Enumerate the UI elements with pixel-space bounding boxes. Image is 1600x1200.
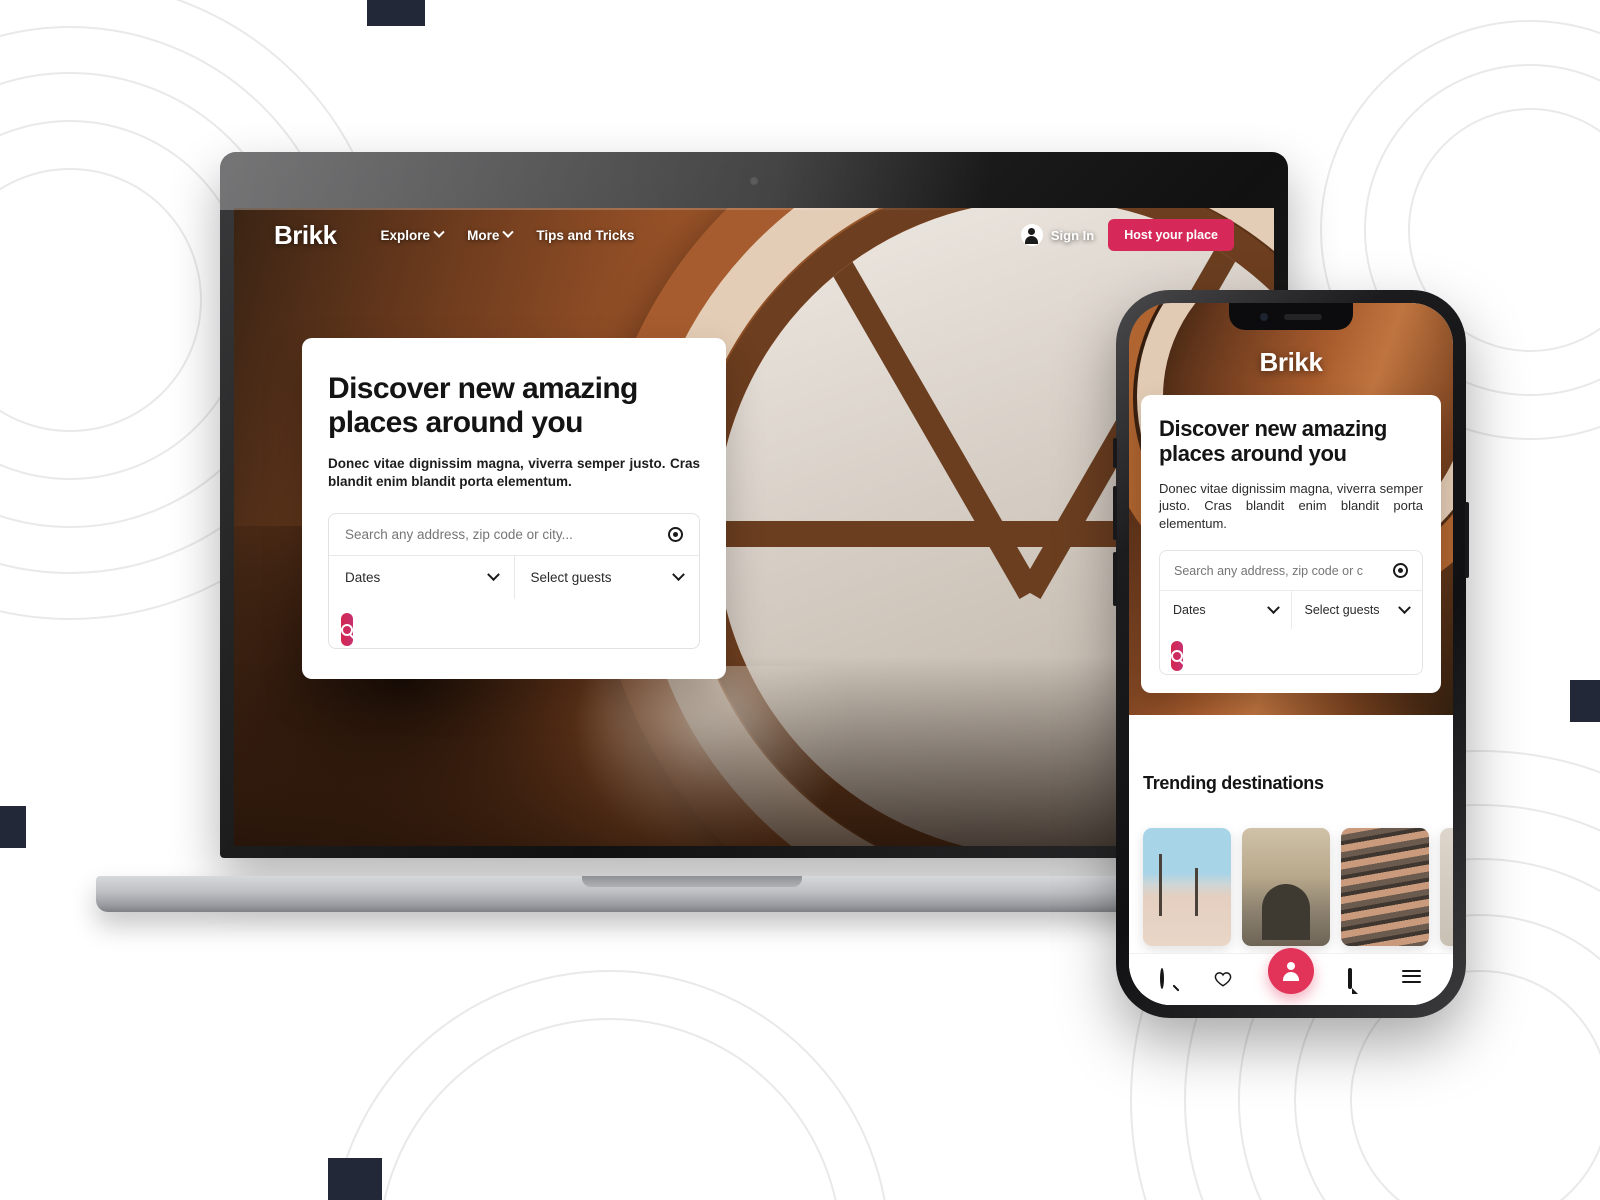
current-location-icon[interactable] <box>668 527 683 543</box>
phone-search-address-row <box>1160 551 1422 592</box>
phone-power-button <box>1465 502 1469 578</box>
search-icon <box>341 623 353 636</box>
search-submit-wrap <box>329 599 699 647</box>
phone-hero-title: Discover new amazing places around you <box>1159 416 1387 466</box>
nav-link-tips-label: Tips and Tricks <box>536 227 635 243</box>
phone-brand-logo[interactable]: Brikk <box>1129 347 1453 378</box>
nav-link-tips-and-tricks[interactable]: Tips and Tricks <box>536 228 634 243</box>
laptop-camera-icon <box>749 176 759 186</box>
phone-hero-section: Brikk Discover new amazing places around… <box>1129 303 1453 715</box>
decorative-square-left <box>0 806 26 848</box>
decorative-rings-bottom-left <box>330 970 890 1200</box>
phone-mute-switch <box>1113 438 1117 468</box>
phone-screen: Brikk Discover new amazing places around… <box>1129 303 1453 1005</box>
chevron-down-icon <box>1398 601 1411 614</box>
tab-menu-button[interactable] <box>1402 969 1422 990</box>
decorative-square-bottom <box>328 1158 382 1200</box>
tab-search-button[interactable] <box>1160 967 1180 990</box>
chat-icon <box>1348 967 1352 989</box>
brand-logo[interactable]: Brikk <box>274 220 337 251</box>
host-your-place-button[interactable]: Host your place <box>1108 219 1234 251</box>
guests-select[interactable]: Select guests <box>513 556 700 600</box>
page-canvas: Brikk Explore More Tips and Tricks Sign … <box>0 0 1600 1200</box>
destination-card-beach-palms[interactable] <box>1143 828 1231 946</box>
nav-link-explore-label: Explore <box>380 227 431 243</box>
chevron-down-icon <box>486 568 500 582</box>
phone-search-form: Dates Select guests <box>1159 550 1423 676</box>
front-camera-icon <box>1260 312 1268 321</box>
profile-fab-icon <box>1281 961 1301 981</box>
earpiece-speaker-icon <box>1284 313 1322 320</box>
heart-icon <box>1214 971 1232 987</box>
phone-search-submit-button[interactable] <box>1171 641 1183 672</box>
phone-bottom-tabbar <box>1129 947 1453 1005</box>
nav-link-more-label: More <box>467 227 500 243</box>
search-form: Dates Select guests <box>328 513 700 650</box>
nav-right-group: Sign In Host your place <box>1020 219 1234 251</box>
site-navbar: Brikk Explore More Tips and Tricks Sign … <box>234 208 1274 262</box>
nav-link-more[interactable]: More <box>467 226 515 243</box>
chevron-down-icon <box>672 568 685 582</box>
destination-card-stained-glass[interactable] <box>1440 828 1453 946</box>
phone-search-filters-row: Dates Select guests <box>1160 591 1423 630</box>
hero-search-card: Discover new amazing places around you D… <box>302 338 726 680</box>
search-address-row <box>329 514 699 557</box>
hero-subtitle: Donec vitae dignissim magna, viverra sem… <box>328 456 700 490</box>
destination-card-balcony-facade[interactable] <box>1341 828 1429 946</box>
search-submit-button[interactable] <box>341 613 353 647</box>
laptop-base <box>96 876 1288 912</box>
phone-volume-down-button <box>1113 552 1117 606</box>
phone-search-submit-wrap <box>1160 629 1422 672</box>
laptop-base-notch <box>582 876 802 887</box>
phone-hero-subtitle: Donec vitae dignissim magna, viverra sem… <box>1159 480 1423 531</box>
search-icon <box>1171 650 1183 663</box>
search-icon <box>1160 967 1164 989</box>
trending-destinations-title: Trending destinations <box>1143 773 1324 793</box>
tab-favorites-button[interactable] <box>1214 970 1234 990</box>
decorative-square-top <box>367 0 425 26</box>
decorative-square-right <box>1570 680 1600 722</box>
phone-dates-select[interactable]: Dates <box>1160 591 1291 629</box>
phone-guests-label: Select guests <box>1304 603 1380 618</box>
phone-notch <box>1229 303 1353 330</box>
chevron-down-icon <box>502 226 515 238</box>
sign-in-label: Sign In <box>1050 227 1095 243</box>
current-location-icon[interactable] <box>1393 563 1408 579</box>
phone-mockup: Brikk Discover new amazing places around… <box>1113 290 1469 1018</box>
dates-select-label: Dates <box>345 570 381 586</box>
phone-dates-label: Dates <box>1173 603 1206 618</box>
user-avatar-icon <box>1020 224 1043 246</box>
nav-link-explore[interactable]: Explore <box>380 226 445 243</box>
tab-profile-fab[interactable] <box>1268 947 1314 994</box>
chevron-down-icon <box>433 226 445 238</box>
tab-messages-button[interactable] <box>1348 967 1368 990</box>
chevron-down-icon <box>1266 601 1280 614</box>
destination-card-gothic-archway[interactable] <box>1242 828 1330 946</box>
phone-volume-up-button <box>1113 486 1117 540</box>
phone-hero-card: Discover new amazing places around you D… <box>1141 395 1441 694</box>
hero-title: Discover new amazing places around you <box>328 372 638 439</box>
sign-in-button[interactable]: Sign In <box>1020 224 1095 246</box>
search-input[interactable] <box>345 527 668 543</box>
guests-select-label: Select guests <box>530 570 612 586</box>
search-filters-row: Dates Select guests <box>329 556 700 600</box>
laptop-mockup: Brikk Explore More Tips and Tricks Sign … <box>96 152 1288 912</box>
dates-select[interactable]: Dates <box>329 556 514 599</box>
nav-links: Explore More Tips and Tricks <box>380 226 634 243</box>
phone-frame: Brikk Discover new amazing places around… <box>1113 290 1469 1018</box>
phone-search-input[interactable] <box>1174 563 1393 578</box>
trending-destinations-list <box>1143 828 1453 946</box>
menu-icon <box>1402 969 1421 983</box>
phone-guests-select[interactable]: Select guests <box>1290 591 1423 630</box>
